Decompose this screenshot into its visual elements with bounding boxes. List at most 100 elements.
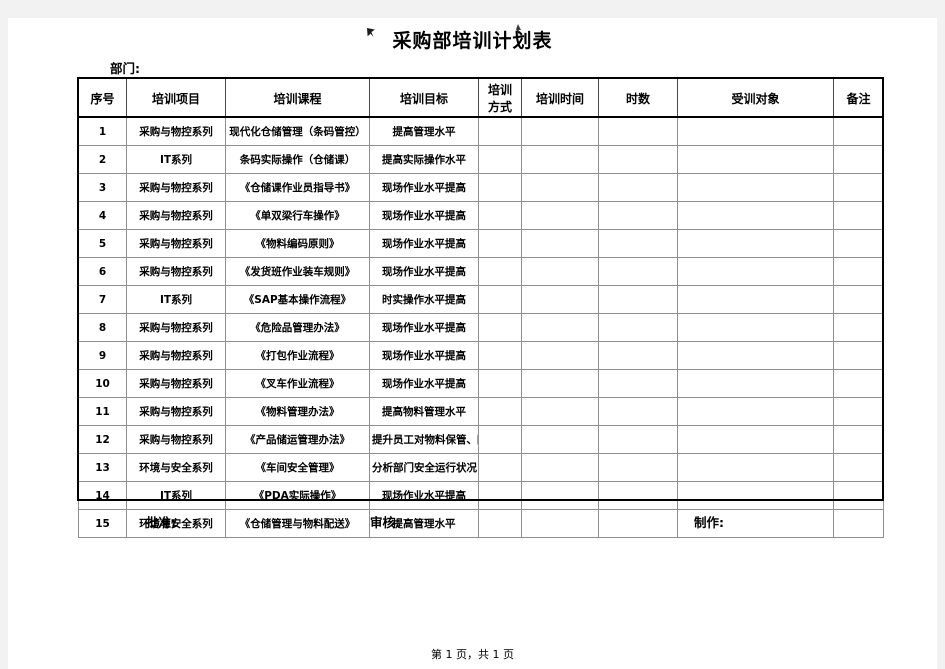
cell-time[interactable]	[521, 341, 599, 370]
cell-audience[interactable]	[677, 173, 834, 202]
cell-course[interactable]: 《产品储运管理办法》	[225, 425, 370, 454]
cell-audience[interactable]	[677, 397, 834, 426]
cell-hours[interactable]	[598, 117, 678, 146]
cell-project[interactable]: IT系列	[126, 145, 226, 174]
cell-course[interactable]: 《叉车作业流程》	[225, 369, 370, 398]
cell-no[interactable]: 7	[78, 285, 127, 314]
cell-remark[interactable]	[833, 201, 884, 230]
cell-audience[interactable]	[677, 285, 834, 314]
cell-course[interactable]: 《危险品管理办法》	[225, 313, 370, 342]
cell-project[interactable]: 采购与物控系列	[126, 201, 226, 230]
cell-time[interactable]	[521, 285, 599, 314]
cell-project[interactable]: 采购与物控系列	[126, 397, 226, 426]
cell-time[interactable]	[521, 453, 599, 482]
cell-course[interactable]: 《仓储课作业员指导书》	[225, 173, 370, 202]
cell-no[interactable]: 1	[78, 117, 127, 146]
cell-remark[interactable]	[833, 257, 884, 286]
cell-no[interactable]: 11	[78, 397, 127, 426]
cell-mode[interactable]	[478, 397, 522, 426]
cell-course[interactable]: 《单双梁行车操作》	[225, 201, 370, 230]
cell-course[interactable]: 《PDA实际操作》	[225, 481, 370, 510]
cell-mode[interactable]	[478, 285, 522, 314]
cell-no[interactable]: 8	[78, 313, 127, 342]
cell-hours[interactable]	[598, 257, 678, 286]
cell-time[interactable]	[521, 425, 599, 454]
cell-remark[interactable]	[833, 369, 884, 398]
cell-project[interactable]: 采购与物控系列	[126, 369, 226, 398]
cell-mode[interactable]	[478, 313, 522, 342]
cell-audience[interactable]	[677, 481, 834, 510]
cell-course[interactable]: 现代化仓储管理（条码管控）	[225, 117, 370, 146]
cell-no[interactable]: 10	[78, 369, 127, 398]
cell-goal[interactable]: 时实操作水平提高	[369, 285, 479, 314]
cell-audience[interactable]	[677, 229, 834, 258]
cell-hours[interactable]	[598, 397, 678, 426]
cell-time[interactable]	[521, 397, 599, 426]
cell-remark[interactable]	[833, 285, 884, 314]
cell-no[interactable]: 14	[78, 481, 127, 510]
cell-time[interactable]	[521, 313, 599, 342]
cell-time[interactable]	[521, 257, 599, 286]
cell-audience[interactable]	[677, 425, 834, 454]
cell-audience[interactable]	[677, 117, 834, 146]
cell-project[interactable]: IT系列	[126, 285, 226, 314]
cell-goal[interactable]: 现场作业水平提高	[369, 201, 479, 230]
cell-no[interactable]: 3	[78, 173, 127, 202]
cell-course[interactable]: 《打包作业流程》	[225, 341, 370, 370]
cell-no[interactable]: 13	[78, 453, 127, 482]
cell-course[interactable]: 《SAP基本操作流程》	[225, 285, 370, 314]
cell-mode[interactable]	[478, 453, 522, 482]
cell-mode[interactable]	[478, 145, 522, 174]
cell-mode[interactable]	[478, 117, 522, 146]
cell-hours[interactable]	[598, 341, 678, 370]
cell-mode[interactable]	[478, 257, 522, 286]
cell-course[interactable]: 条码实际操作（仓储课）	[225, 145, 370, 174]
cell-mode[interactable]	[478, 425, 522, 454]
cell-course[interactable]: 《物料管理办法》	[225, 397, 370, 426]
cell-mode[interactable]	[478, 481, 522, 510]
cell-remark[interactable]	[833, 453, 884, 482]
cell-audience[interactable]	[677, 313, 834, 342]
cell-project[interactable]: 采购与物控系列	[126, 341, 226, 370]
cell-project[interactable]: 采购与物控系列	[126, 313, 226, 342]
cell-no[interactable]: 4	[78, 201, 127, 230]
cell-hours[interactable]	[598, 285, 678, 314]
cell-time[interactable]	[521, 201, 599, 230]
cell-goal[interactable]: 提升员工对物料保管、防护、储存管控水	[369, 425, 479, 454]
cell-audience[interactable]	[677, 145, 834, 174]
cell-project[interactable]: 采购与物控系列	[126, 117, 226, 146]
cell-hours[interactable]	[598, 369, 678, 398]
cell-remark[interactable]	[833, 145, 884, 174]
cell-remark[interactable]	[833, 425, 884, 454]
cell-goal[interactable]: 现场作业水平提高	[369, 257, 479, 286]
cell-audience[interactable]	[677, 369, 834, 398]
cell-hours[interactable]	[598, 425, 678, 454]
cell-remark[interactable]	[833, 341, 884, 370]
cell-hours[interactable]	[598, 481, 678, 510]
cell-mode[interactable]	[478, 369, 522, 398]
cell-course[interactable]: 《物料编码原则》	[225, 229, 370, 258]
cell-audience[interactable]	[677, 341, 834, 370]
cell-project[interactable]: 采购与物控系列	[126, 425, 226, 454]
cell-time[interactable]	[521, 481, 599, 510]
cell-hours[interactable]	[598, 145, 678, 174]
cell-no[interactable]: 2	[78, 145, 127, 174]
cell-no[interactable]: 9	[78, 341, 127, 370]
cell-time[interactable]	[521, 117, 599, 146]
cell-hours[interactable]	[598, 173, 678, 202]
cell-time[interactable]	[521, 145, 599, 174]
cell-project[interactable]: IT系列	[126, 481, 226, 510]
cell-hours[interactable]	[598, 229, 678, 258]
cell-no[interactable]: 6	[78, 257, 127, 286]
cell-goal[interactable]: 分析部门安全运行状况	[369, 453, 479, 482]
cell-goal[interactable]: 提高物料管理水平	[369, 397, 479, 426]
cell-hours[interactable]	[598, 201, 678, 230]
cell-remark[interactable]	[833, 229, 884, 258]
cell-project[interactable]: 环境与安全系列	[126, 453, 226, 482]
cell-time[interactable]	[521, 173, 599, 202]
cell-goal[interactable]: 现场作业水平提高	[369, 173, 479, 202]
cell-goal[interactable]: 现场作业水平提高	[369, 481, 479, 510]
cell-goal[interactable]: 提高实际操作水平	[369, 145, 479, 174]
cell-no[interactable]: 12	[78, 425, 127, 454]
cell-remark[interactable]	[833, 313, 884, 342]
